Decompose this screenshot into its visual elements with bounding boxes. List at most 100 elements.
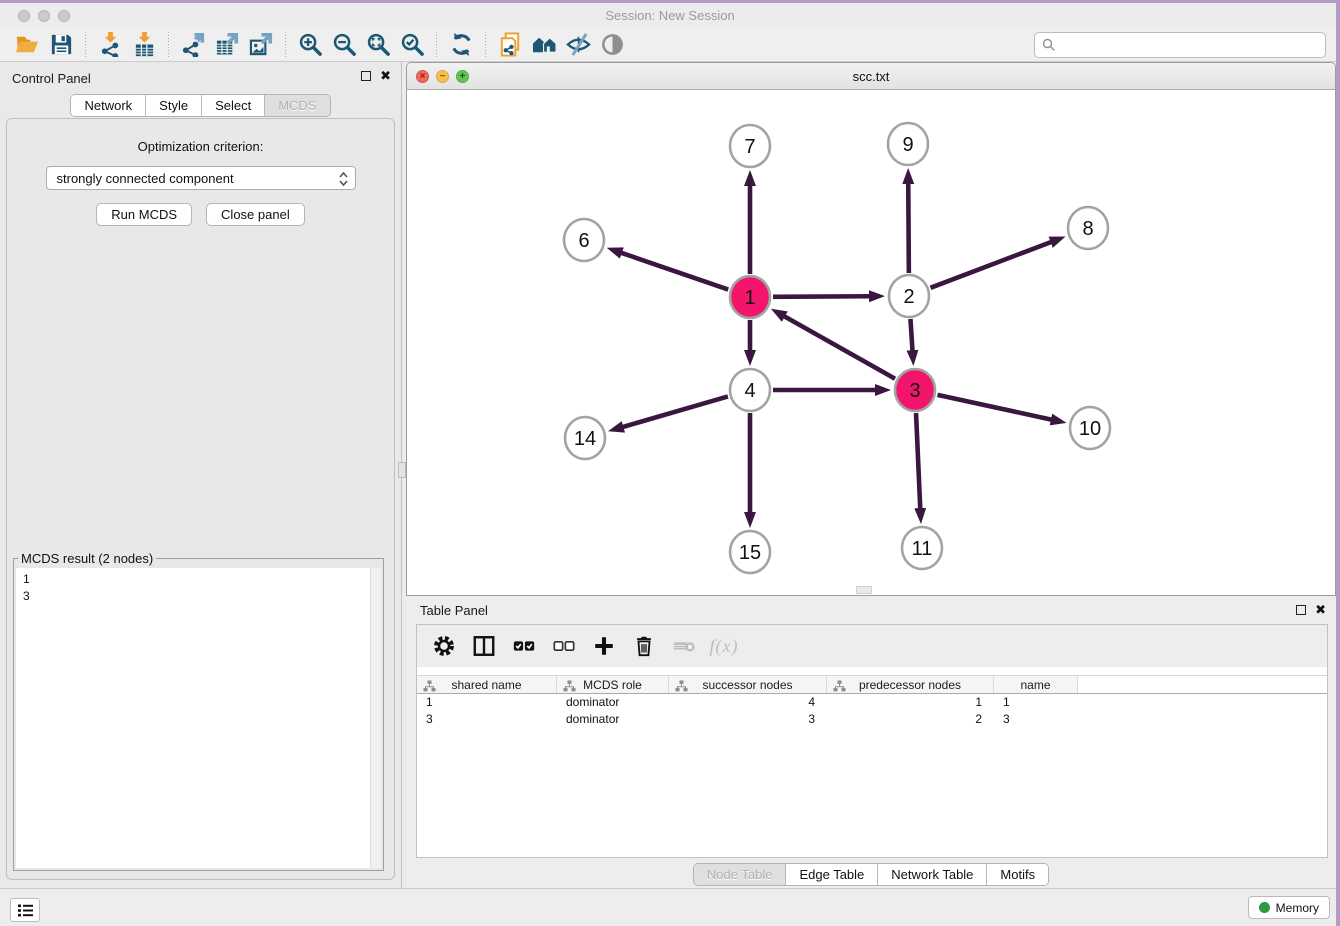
first-neighbors-button[interactable] [527, 30, 561, 60]
task-history-button[interactable] [10, 898, 40, 922]
open-session-button[interactable] [10, 30, 44, 60]
table-row[interactable]: 1dominator411 [417, 694, 1327, 711]
splitter-grip-horizontal[interactable] [856, 586, 872, 594]
zoom-selected-button[interactable] [395, 30, 429, 60]
column-header-predecessor-nodes[interactable]: predecessor nodes [827, 676, 994, 693]
cell-name[interactable]: 1 [994, 694, 1078, 711]
node-10[interactable]: 10 [1070, 407, 1110, 449]
tab-network[interactable]: Network [71, 95, 146, 116]
tab-style[interactable]: Style [146, 95, 202, 116]
edge-2-9[interactable] [908, 183, 909, 273]
cell-mcds-role[interactable]: dominator [557, 694, 669, 711]
search-input[interactable] [1034, 32, 1326, 58]
network-maximize-button[interactable]: + [456, 70, 469, 83]
export-table-button[interactable] [210, 30, 244, 60]
edge-1-6[interactable] [621, 253, 728, 290]
edge-2-3[interactable] [910, 319, 912, 351]
search-icon [1042, 38, 1056, 57]
import-table-button[interactable] [127, 30, 161, 60]
float-table-panel-icon[interactable] [1296, 605, 1306, 615]
node-label-2: 2 [903, 286, 914, 308]
network-canvas[interactable]: 7 9 6 8 1 2 4 3 14 10 15 11 [407, 90, 1335, 595]
network-minimize-button[interactable]: − [436, 70, 449, 83]
edge-2-8[interactable] [931, 242, 1052, 288]
apply-layout-button[interactable] [444, 30, 478, 60]
mcds-result-area[interactable]: 1 3 [16, 568, 381, 868]
node-8[interactable]: 8 [1068, 207, 1108, 249]
uncheck-pair-icon [552, 634, 576, 658]
minimize-window-button[interactable] [38, 10, 50, 22]
add-column-button[interactable] [591, 633, 617, 659]
run-mcds-button[interactable]: Run MCDS [96, 203, 192, 226]
cell-successor-nodes[interactable]: 4 [669, 694, 827, 711]
delete-column-button[interactable] [631, 633, 657, 659]
column-header-mcds-role[interactable]: MCDS role [557, 676, 669, 693]
memory-button[interactable]: Memory [1248, 896, 1330, 919]
control-panel: Control Panel ✖ NetworkStyleSelectMCDS O… [0, 62, 402, 888]
tab-mcds[interactable]: MCDS [265, 95, 329, 116]
import-network-button[interactable] [93, 30, 127, 60]
cell-shared-name[interactable]: 3 [417, 711, 557, 728]
node-2[interactable]: 2 [889, 275, 929, 317]
node-1[interactable]: 1 [730, 276, 770, 318]
save-session-button[interactable] [44, 30, 78, 60]
node-4[interactable]: 4 [730, 369, 770, 411]
window-title: Session: New Session [0, 8, 1340, 23]
tab-edge-table[interactable]: Edge Table [786, 864, 878, 885]
export-network-button[interactable] [176, 30, 210, 60]
tab-node-table[interactable]: Node Table [694, 864, 787, 885]
edge-3-10[interactable] [937, 395, 1051, 420]
column-layout-button[interactable] [471, 633, 497, 659]
node-14[interactable]: 14 [565, 417, 605, 459]
export-image-button[interactable] [244, 30, 278, 60]
close-window-button[interactable] [18, 10, 30, 22]
tab-select[interactable]: Select [202, 95, 265, 116]
table-row[interactable]: 3dominator323 [417, 711, 1327, 728]
criterion-select[interactable]: strongly connected component [46, 166, 356, 190]
cell-shared-name[interactable]: 1 [417, 694, 557, 711]
close-table-panel-icon[interactable]: ✖ [1315, 605, 1326, 615]
column-header-name[interactable]: name [994, 676, 1078, 693]
node-11[interactable]: 11 [902, 527, 942, 569]
main-titlebar: Session: New Session [0, 3, 1340, 28]
result-scrollbar[interactable] [370, 568, 381, 868]
cell-mcds-role[interactable]: dominator [557, 711, 669, 728]
clone-network-button[interactable] [493, 30, 527, 60]
hide-panel-button [595, 30, 629, 60]
column-label: predecessor nodes [859, 678, 961, 692]
select-all-columns-button[interactable] [511, 633, 537, 659]
zoom-fit-button[interactable] [361, 30, 395, 60]
network-window-titlebar[interactable]: × − + scc.txt [407, 63, 1335, 90]
node-9[interactable]: 9 [888, 123, 928, 165]
cell-predecessor-nodes[interactable]: 2 [827, 711, 994, 728]
node-6[interactable]: 6 [564, 219, 604, 261]
cell-predecessor-nodes[interactable]: 1 [827, 694, 994, 711]
edge-3-1[interactable] [784, 316, 895, 379]
node-7[interactable]: 7 [730, 125, 770, 167]
mcds-result-groupbox: MCDS result (2 nodes) 1 3 [13, 551, 384, 871]
tab-motifs[interactable]: Motifs [987, 864, 1048, 885]
column-header-successor-nodes[interactable]: successor nodes [669, 676, 827, 693]
close-panel-button[interactable]: Close panel [206, 203, 305, 226]
edge-3-11[interactable] [916, 413, 920, 509]
cell-name[interactable]: 3 [994, 711, 1078, 728]
cell-successor-nodes[interactable]: 3 [669, 711, 827, 728]
unselect-all-columns-button[interactable] [551, 633, 577, 659]
splitter-grip-vertical[interactable] [398, 462, 406, 478]
criterion-select-value: strongly connected component [57, 171, 234, 186]
float-panel-icon[interactable] [361, 71, 371, 81]
node-15[interactable]: 15 [730, 531, 770, 573]
zoom-out-button[interactable] [327, 30, 361, 60]
zoom-window-button[interactable] [58, 10, 70, 22]
show-graphics-details-button[interactable] [561, 30, 595, 60]
node-3[interactable]: 3 [895, 369, 935, 411]
tab-network-table[interactable]: Network Table [878, 864, 987, 885]
node-label-14: 14 [574, 428, 596, 450]
zoom-in-button[interactable] [293, 30, 327, 60]
network-close-button[interactable]: × [416, 70, 429, 83]
edge-1-2[interactable] [773, 296, 870, 297]
edge-4-14[interactable] [622, 396, 727, 427]
close-panel-icon[interactable]: ✖ [380, 71, 391, 81]
column-header-shared-name[interactable]: shared name [417, 676, 557, 693]
table-settings-button[interactable] [431, 633, 457, 659]
